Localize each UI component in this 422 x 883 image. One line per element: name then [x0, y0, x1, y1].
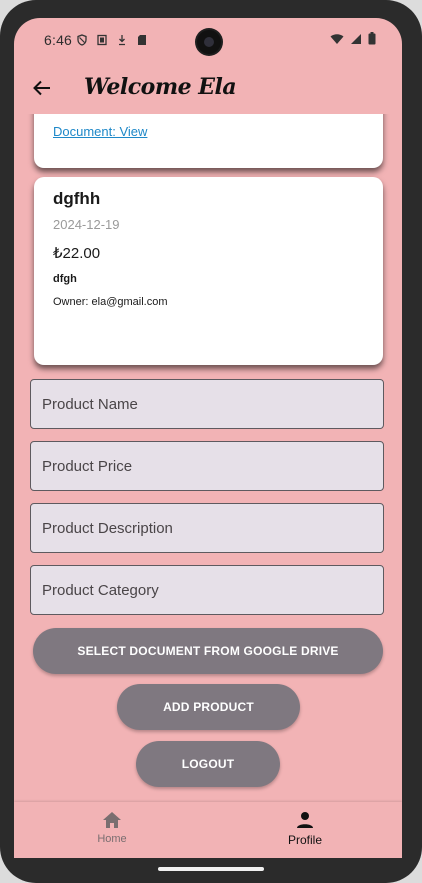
product-price-field[interactable]	[30, 441, 384, 491]
product-price: ₺22.00	[53, 245, 101, 262]
product-category-input[interactable]	[31, 566, 383, 614]
screen-icon	[96, 33, 108, 46]
product-description-input[interactable]	[31, 504, 383, 552]
phone-frame: 6:46 Welcome Ela Document: View dgfhh 20…	[0, 0, 422, 883]
product-card: dgfhh 2024-12-19 ₺22.00 dfgh Owner: ela@…	[34, 177, 383, 365]
status-system-icons	[330, 32, 376, 48]
product-description: dfgh	[53, 273, 77, 285]
person-icon	[297, 812, 313, 828]
product-description-field[interactable]	[30, 503, 384, 553]
status-time: 6:46	[44, 32, 73, 48]
product-name: dgfhh	[53, 189, 101, 208]
sd-card-icon	[136, 33, 148, 45]
document-view-link[interactable]: Document: View	[53, 124, 147, 139]
nav-label-profile: Profile	[287, 833, 322, 847]
logout-button[interactable]: LOGOUT	[136, 741, 280, 787]
page-title: Welcome Ela	[84, 74, 237, 100]
nav-label-home: Home	[97, 833, 127, 845]
product-name-input[interactable]	[31, 380, 383, 428]
home-icon	[103, 812, 121, 828]
camera-cutout	[197, 30, 221, 54]
bottom-navigation: Home Profile	[14, 802, 402, 858]
status-notification-icons	[76, 33, 148, 46]
battery-icon	[368, 32, 376, 48]
signal-icon	[350, 32, 362, 48]
gesture-home-bar[interactable]	[158, 867, 264, 871]
scroll-content[interactable]: Document: View dgfhh 2024-12-19 ₺22.00 d…	[14, 114, 402, 802]
add-product-button[interactable]: ADD PRODUCT	[117, 684, 300, 730]
product-name-field[interactable]	[30, 379, 384, 429]
product-price-input[interactable]	[31, 442, 383, 490]
product-card-previous: Document: View	[34, 114, 383, 168]
select-document-button[interactable]: SELECT DOCUMENT FROM GOOGLE DRIVE	[33, 628, 383, 674]
app-screen: 6:46 Welcome Ela Document: View dgfhh 20…	[14, 18, 402, 858]
shield-icon	[76, 33, 88, 46]
nav-item-home[interactable]: Home	[52, 810, 172, 854]
back-button[interactable]	[28, 74, 56, 102]
arrow-back-icon	[33, 80, 50, 96]
app-bar: Welcome Ela	[14, 62, 402, 114]
wifi-icon	[330, 32, 344, 48]
status-bar: 6:46	[14, 18, 402, 62]
download-icon	[116, 33, 128, 46]
product-date: 2024-12-19	[53, 217, 120, 232]
nav-item-profile[interactable]: Profile	[245, 810, 365, 854]
product-category-field[interactable]	[30, 565, 384, 615]
product-owner: Owner: ela@gmail.com	[53, 296, 168, 308]
